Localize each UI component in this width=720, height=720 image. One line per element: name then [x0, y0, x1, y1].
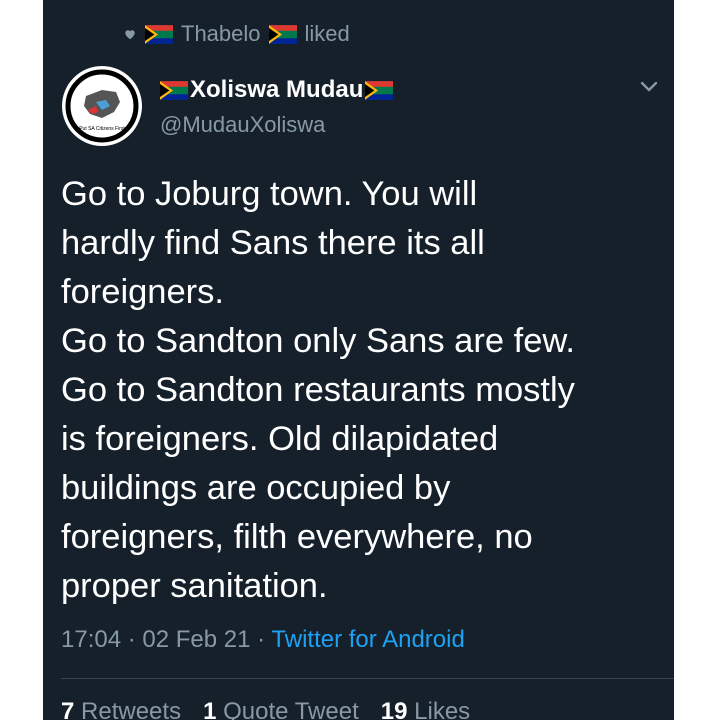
meta-separator: ·: [257, 626, 272, 653]
tweet-text: Go to Joburg town. You will hardly find …: [61, 175, 575, 605]
tweet-meta: 17:04 · 02 Feb 21 · Twitter for Android: [61, 626, 465, 654]
tweet-time[interactable]: 17:04: [61, 626, 121, 653]
heart-icon: [125, 30, 135, 40]
liked-action: liked: [304, 21, 350, 46]
tweet-stats: 7 Retweets 1 Quote Tweet 19 Likes: [61, 698, 470, 720]
south-africa-flag-icon: [160, 80, 188, 100]
tweet-card: Thabelo liked Put SA Citizens First Xoli…: [43, 0, 674, 720]
retweets-stat[interactable]: 7 Retweets: [61, 698, 181, 720]
divider: [61, 678, 674, 679]
liked-by-name[interactable]: Thabelo: [181, 21, 261, 47]
tweet-date[interactable]: 02 Feb 21: [142, 626, 250, 653]
meta-separator: ·: [127, 626, 143, 653]
south-africa-flag-icon: [268, 24, 297, 44]
author-name-row[interactable]: Xoliswa Mudau: [160, 74, 394, 106]
south-africa-flag-icon: [365, 80, 394, 100]
author-display-name[interactable]: Xoliswa Mudau: [190, 76, 363, 104]
avatar[interactable]: Put SA Citizens First: [62, 66, 142, 146]
author-handle[interactable]: @MudauXoliswa: [160, 112, 325, 138]
social-context[interactable]: Thabelo liked: [123, 20, 350, 48]
likes-stat[interactable]: 19 Likes: [381, 698, 470, 720]
tweet-source-link[interactable]: Twitter for Android: [271, 626, 464, 653]
svg-text:Put SA Citizens First: Put SA Citizens First: [79, 126, 125, 132]
quote-tweets-stat[interactable]: 1 Quote Tweet: [203, 698, 359, 720]
chevron-down-icon[interactable]: [639, 80, 659, 94]
south-africa-flag-icon: [145, 24, 173, 44]
avatar-logo-icon: Put SA Citizens First: [64, 68, 140, 144]
